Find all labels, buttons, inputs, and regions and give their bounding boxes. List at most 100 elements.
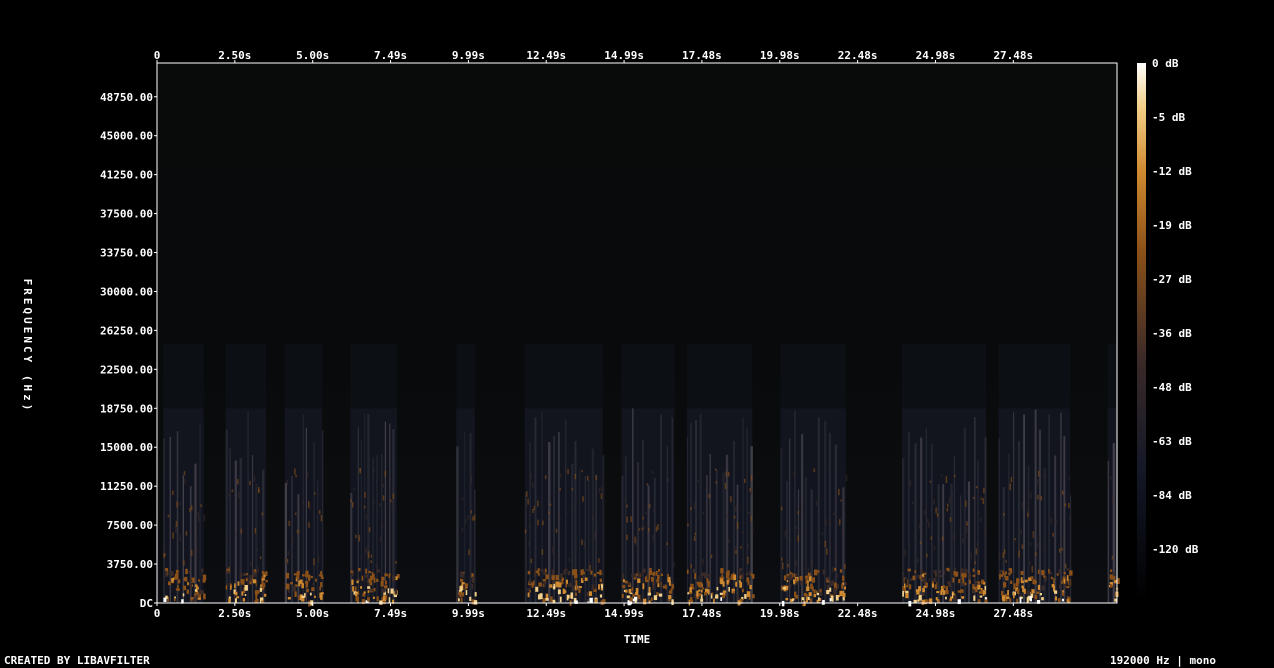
energy xyxy=(469,596,472,601)
energy xyxy=(233,595,237,599)
speckle xyxy=(574,473,577,480)
speckle xyxy=(234,533,237,537)
energy xyxy=(910,578,913,582)
energy xyxy=(198,579,200,582)
energy xyxy=(194,589,198,592)
energy xyxy=(977,584,981,590)
energy xyxy=(793,579,796,585)
energy xyxy=(822,569,825,575)
energy xyxy=(836,583,839,589)
energy xyxy=(1059,584,1062,588)
speckle xyxy=(365,547,367,554)
streak xyxy=(1023,414,1025,603)
speckle xyxy=(1021,502,1024,509)
speckle xyxy=(601,486,603,492)
energy xyxy=(1039,593,1043,596)
energy xyxy=(739,582,743,588)
energy xyxy=(781,600,785,607)
energy xyxy=(803,592,807,597)
energy xyxy=(244,594,247,597)
energy xyxy=(1069,580,1071,585)
energy xyxy=(938,569,942,573)
energy xyxy=(1016,578,1020,581)
streak xyxy=(317,480,319,603)
energy xyxy=(368,571,372,574)
energy xyxy=(745,572,749,576)
speckle xyxy=(200,504,202,507)
speckle xyxy=(532,508,534,513)
speckle xyxy=(1036,542,1039,548)
energy xyxy=(356,596,359,603)
y-tick-label: 48750.00 xyxy=(100,91,153,104)
x-tick-label-bottom: 12.49s xyxy=(526,607,566,620)
speckle xyxy=(904,549,906,556)
energy xyxy=(902,585,904,590)
energy xyxy=(1058,569,1061,574)
speckle xyxy=(291,537,294,543)
x-axis-top: 0 2.50s 5.00s 7.49s 9.99s 12.49s 14.99s 17.48s 1… xyxy=(154,49,1033,63)
speckle xyxy=(530,472,532,479)
streak xyxy=(565,419,567,603)
energy xyxy=(545,574,549,580)
speckle xyxy=(370,560,372,564)
speckle xyxy=(533,506,536,511)
speckle xyxy=(172,490,174,495)
energy xyxy=(1067,596,1070,600)
streak xyxy=(709,454,711,603)
energy xyxy=(242,573,247,577)
speckle xyxy=(646,483,649,486)
energy xyxy=(788,583,792,588)
speckle xyxy=(749,487,752,492)
energy xyxy=(1013,592,1015,599)
speckle xyxy=(953,475,956,478)
speckle xyxy=(733,515,736,519)
speckle xyxy=(594,532,596,539)
energy xyxy=(310,575,313,579)
energy xyxy=(457,598,460,602)
speckle xyxy=(965,500,967,507)
energy xyxy=(574,574,578,579)
energy xyxy=(570,592,574,599)
speckle xyxy=(470,510,473,514)
speckle xyxy=(363,505,366,509)
speckle xyxy=(395,561,397,564)
energy xyxy=(701,587,705,590)
speckle xyxy=(1050,517,1053,525)
speckle xyxy=(582,496,584,502)
energy xyxy=(804,575,808,579)
energy xyxy=(905,576,907,580)
energy xyxy=(1063,578,1066,585)
speckle xyxy=(368,527,371,533)
streak xyxy=(984,437,987,603)
energy xyxy=(969,579,971,585)
x-tick-label-bottom: 5.00s xyxy=(296,607,329,620)
energy xyxy=(365,568,368,574)
energy xyxy=(668,590,672,594)
energy xyxy=(239,573,243,578)
speckle xyxy=(725,471,728,477)
speckle xyxy=(1068,477,1071,480)
energy xyxy=(376,578,379,582)
streak xyxy=(1043,467,1046,603)
energy xyxy=(786,580,789,583)
energy xyxy=(629,597,633,602)
speckle xyxy=(944,569,946,575)
energy xyxy=(1063,583,1067,588)
speckle xyxy=(666,542,668,546)
speckle xyxy=(286,558,289,563)
energy xyxy=(203,574,206,578)
energy xyxy=(305,570,309,575)
speckle xyxy=(841,528,844,535)
streak xyxy=(1038,429,1042,603)
energy xyxy=(599,578,602,583)
speckle xyxy=(1061,490,1064,495)
speckle xyxy=(378,502,381,507)
energy xyxy=(367,586,371,589)
energy xyxy=(1031,589,1035,594)
energy xyxy=(979,595,983,598)
energy xyxy=(830,580,834,586)
energy xyxy=(746,577,750,582)
energy xyxy=(982,589,985,596)
streak xyxy=(169,436,171,603)
x-tick-label-bottom: 0 xyxy=(154,607,161,620)
